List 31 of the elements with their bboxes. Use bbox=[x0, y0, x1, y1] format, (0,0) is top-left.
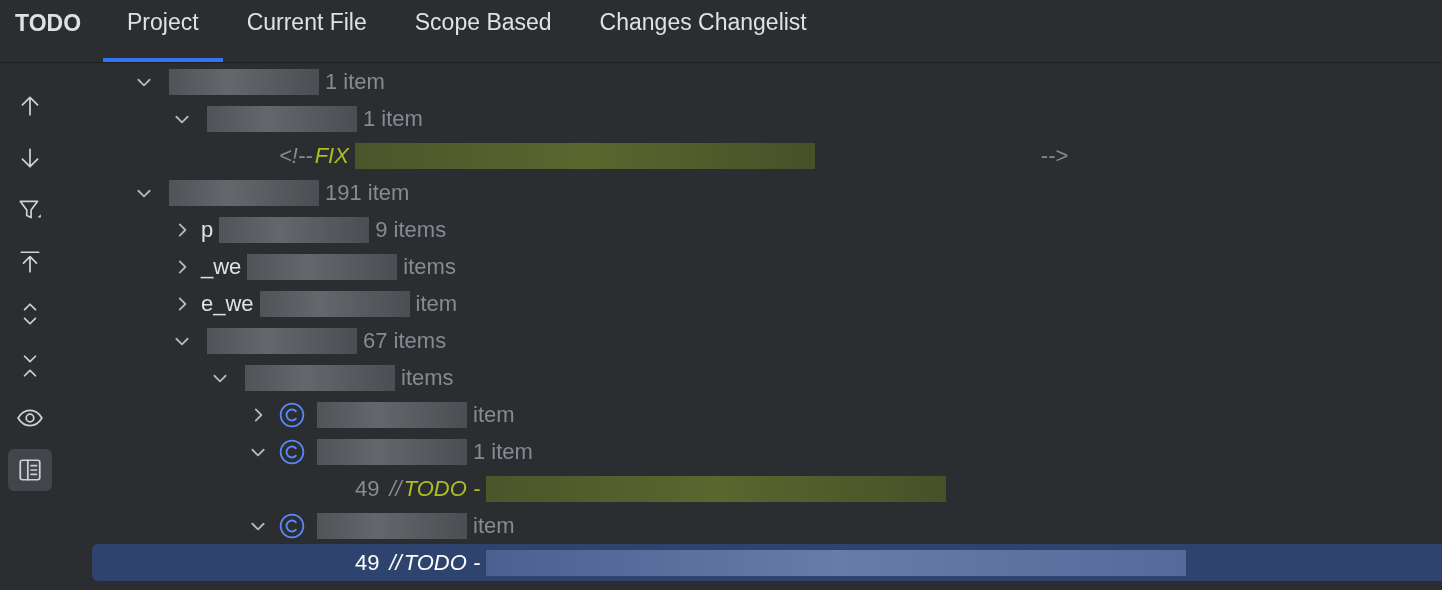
item-count: 1 item bbox=[363, 105, 423, 132]
todo-text: //TODO - bbox=[389, 549, 481, 576]
item-count: 1 item bbox=[325, 68, 385, 95]
class-icon bbox=[279, 438, 305, 465]
panel-title: TODO bbox=[14, 8, 83, 38]
item-count: 67 items bbox=[363, 327, 447, 354]
tab[interactable]: Changes Changelist bbox=[575, 0, 831, 62]
todo-text: //TODO - bbox=[389, 475, 481, 502]
tab[interactable]: Project bbox=[103, 0, 223, 62]
tab[interactable]: Scope Based bbox=[390, 0, 576, 62]
node-label: e_we bbox=[201, 290, 254, 317]
item-count: items bbox=[401, 364, 454, 391]
item-count: item bbox=[473, 512, 515, 539]
class-icon bbox=[279, 401, 305, 428]
item-count: item bbox=[473, 401, 515, 428]
node-label: p bbox=[201, 216, 214, 243]
line-number: 49 bbox=[355, 475, 380, 502]
line-number: 49 bbox=[355, 549, 380, 576]
item-count: 191 item bbox=[325, 179, 410, 206]
selected-row[interactable]: 49 //TODO - bbox=[92, 544, 1442, 581]
comment-end: --> bbox=[1040, 142, 1069, 169]
panel-icon bbox=[17, 457, 43, 483]
item-count: item bbox=[415, 290, 458, 317]
item-count: 9 items bbox=[375, 216, 447, 243]
tab[interactable]: Current File bbox=[222, 0, 391, 62]
preview-button[interactable] bbox=[8, 449, 52, 491]
node-label: _we bbox=[201, 253, 242, 280]
item-count: items bbox=[403, 253, 456, 280]
item-count: 1 item bbox=[473, 438, 533, 465]
class-icon bbox=[279, 512, 305, 539]
todo-text: <!--FIX bbox=[279, 142, 349, 169]
